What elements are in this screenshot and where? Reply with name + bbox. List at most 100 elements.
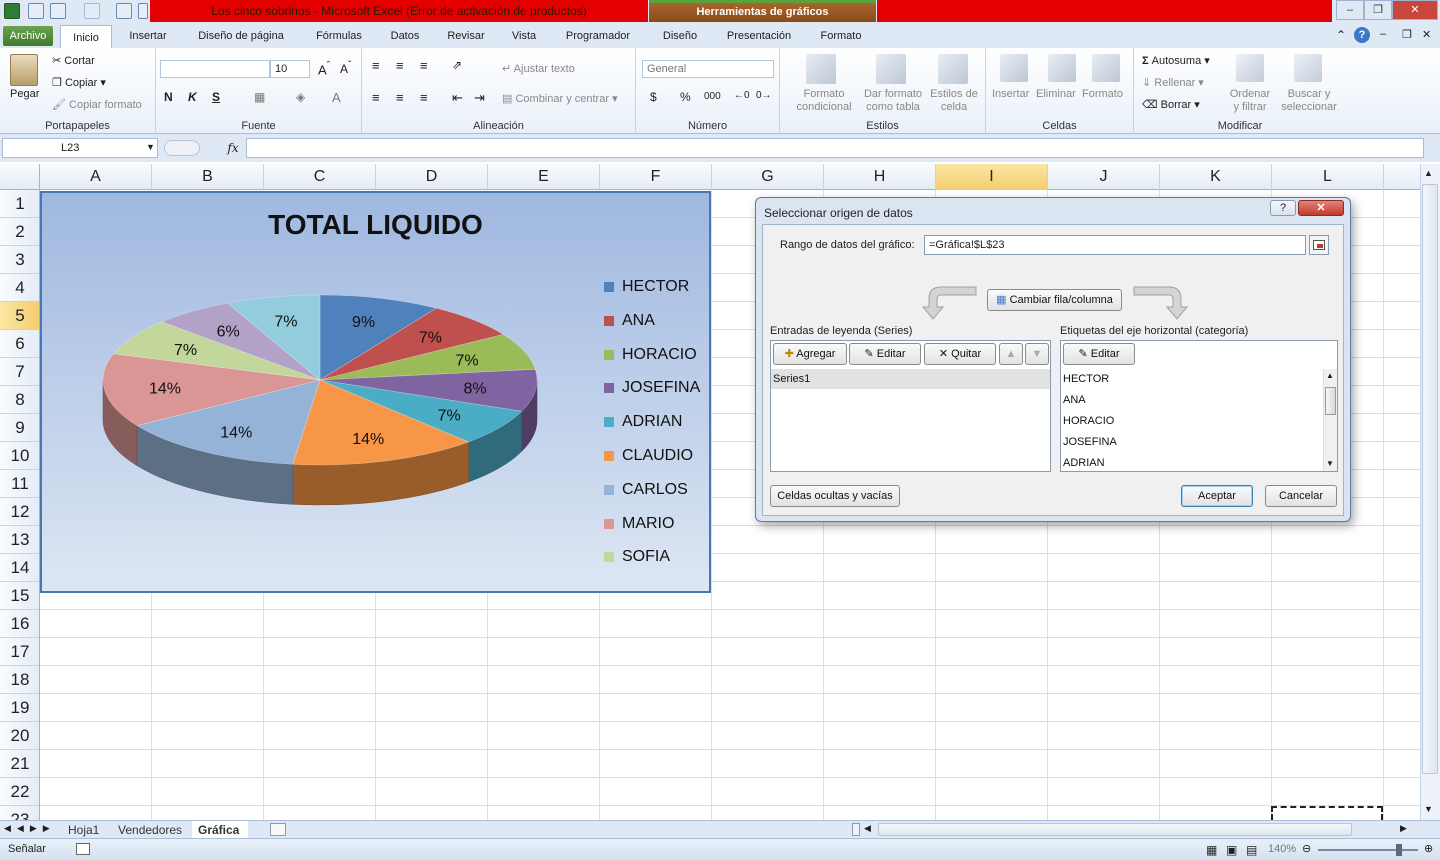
sheet-tab-2[interactable]: Gráfica bbox=[192, 821, 248, 839]
axis-list-thumb[interactable] bbox=[1325, 387, 1336, 415]
tab-datos[interactable]: Datos bbox=[380, 24, 430, 48]
cancel-button[interactable]: Cancelar bbox=[1265, 485, 1337, 507]
row-header-1[interactable]: 1 bbox=[0, 190, 39, 218]
tab-programador[interactable]: Programador bbox=[554, 24, 642, 48]
range-input[interactable]: =Gráfica!$L$23 bbox=[924, 235, 1306, 255]
tab-vista[interactable]: Vista bbox=[502, 24, 546, 48]
column-header-j[interactable]: J bbox=[1048, 164, 1160, 190]
sheet-nav-icons[interactable]: ◀◀▶▶ bbox=[4, 823, 56, 834]
align-bottom-icon[interactable]: ≡ bbox=[420, 58, 428, 73]
zoom-slider[interactable] bbox=[1318, 849, 1418, 851]
axis-list-scrollbar[interactable]: ▲ ▼ bbox=[1323, 369, 1337, 471]
column-header-e[interactable]: E bbox=[488, 164, 600, 190]
format-painter-button[interactable]: 🖌 Copiar formato bbox=[52, 98, 142, 111]
row-header-11[interactable]: 11 bbox=[0, 470, 39, 498]
decrease-indent-icon[interactable]: ⇤ bbox=[452, 90, 463, 106]
format-table-icon[interactable] bbox=[876, 54, 906, 84]
paste-icon[interactable] bbox=[10, 54, 38, 86]
insert-cells-icon[interactable] bbox=[1000, 54, 1028, 82]
collapse-ribbon-icon[interactable]: ⌃ bbox=[1336, 28, 1346, 42]
tab-diseno-pagina[interactable]: Diseño de página bbox=[184, 24, 298, 48]
restore-workbook-icon[interactable]: ❐ bbox=[1402, 28, 1412, 41]
column-header-b[interactable]: B bbox=[152, 164, 264, 190]
delete-cells-button[interactable]: Eliminar bbox=[1036, 88, 1076, 100]
move-down-icon[interactable]: ▼ bbox=[1025, 343, 1049, 365]
increase-decimal-icon[interactable]: ←0 bbox=[734, 90, 750, 101]
column-header-l[interactable]: L bbox=[1272, 164, 1384, 190]
column-header-h[interactable]: H bbox=[824, 164, 936, 190]
row-header-13[interactable]: 13 bbox=[0, 526, 39, 554]
column-header-d[interactable]: D bbox=[376, 164, 488, 190]
hscroll-left-icon[interactable]: ◀ bbox=[864, 823, 871, 834]
row-header-17[interactable]: 17 bbox=[0, 638, 39, 666]
axis-list-up-icon[interactable]: ▲ bbox=[1326, 371, 1334, 380]
dialog-help-button[interactable]: ? bbox=[1270, 200, 1296, 216]
sort-filter-button[interactable]: Ordenar y filtrar bbox=[1222, 88, 1278, 114]
increase-indent-icon[interactable]: ⇥ bbox=[474, 90, 485, 106]
remove-series-button[interactable]: ✕ Quitar bbox=[924, 343, 996, 365]
thousands-button[interactable]: 000 bbox=[704, 91, 721, 102]
font-name-box[interactable] bbox=[160, 60, 270, 78]
delete-cells-icon[interactable] bbox=[1048, 54, 1076, 82]
tab-insertar[interactable]: Insertar bbox=[118, 24, 178, 48]
move-up-icon[interactable]: ▲ bbox=[999, 343, 1023, 365]
edit-axis-button[interactable]: ✎ Editar bbox=[1063, 343, 1135, 365]
conditional-format-icon[interactable] bbox=[806, 54, 836, 84]
font-size-box[interactable]: 10 bbox=[270, 60, 310, 78]
binoculars-icon[interactable] bbox=[1294, 54, 1322, 82]
edit-series-button[interactable]: ✎ Editar bbox=[849, 343, 921, 365]
row-header-23[interactable]: 23 bbox=[0, 806, 39, 820]
bold-button[interactable]: N bbox=[164, 90, 173, 104]
column-header-i[interactable]: I bbox=[936, 164, 1048, 190]
align-center-icon[interactable]: ≡ bbox=[396, 90, 404, 105]
ok-button[interactable]: Aceptar bbox=[1181, 485, 1253, 507]
currency-button[interactable]: $ bbox=[650, 90, 657, 104]
sheet-tab-1[interactable]: Vendedores bbox=[112, 821, 188, 839]
sheet-tab-0[interactable]: Hoja1 bbox=[62, 821, 108, 839]
italic-button[interactable]: K bbox=[188, 90, 197, 104]
row-header-22[interactable]: 22 bbox=[0, 778, 39, 806]
axis-labels-list[interactable]: ✎ Editar HECTOR ANA HORACIO JOSEFINA ADRIAN … bbox=[1060, 340, 1338, 472]
excel-logo-icon[interactable] bbox=[4, 3, 20, 19]
grow-font-icon[interactable]: Aˆ bbox=[318, 60, 330, 77]
name-box[interactable]: L23 bbox=[2, 138, 158, 158]
align-left-icon[interactable]: ≡ bbox=[372, 90, 380, 105]
row-header-16[interactable]: 16 bbox=[0, 610, 39, 638]
category-item[interactable]: JOSEFINA bbox=[1063, 432, 1117, 452]
find-select-button[interactable]: Buscar y seleccionar bbox=[1276, 88, 1342, 114]
tab-inicio[interactable]: Inicio bbox=[60, 25, 112, 49]
category-item[interactable]: ANA bbox=[1063, 390, 1086, 410]
help-icon[interactable]: ? bbox=[1354, 27, 1370, 43]
insert-sheet-icon[interactable] bbox=[270, 823, 286, 836]
minimize-icon[interactable]: – bbox=[1336, 0, 1364, 20]
close-icon[interactable]: ✕ bbox=[1392, 0, 1438, 20]
column-header-a[interactable]: A bbox=[40, 164, 152, 190]
dialog-close-icon[interactable]: ✕ bbox=[1298, 200, 1344, 216]
page-layout-view-icon[interactable]: ▣ bbox=[1226, 843, 1237, 857]
fill-button[interactable]: ⇓ Rellenar ▾ bbox=[1142, 76, 1204, 89]
close-workbook-icon[interactable]: ✕ bbox=[1422, 28, 1431, 41]
hidden-empty-cells-button[interactable]: Celdas ocultas y vacías bbox=[770, 485, 900, 507]
borders-icon[interactable]: ▦ bbox=[254, 90, 265, 104]
row-header-7[interactable]: 7 bbox=[0, 358, 39, 386]
restore-icon[interactable]: ❐ bbox=[1364, 0, 1392, 20]
clear-button[interactable]: ⌫ Borrar ▾ bbox=[1142, 98, 1200, 111]
row-header-2[interactable]: 2 bbox=[0, 218, 39, 246]
cell-styles-icon[interactable] bbox=[938, 54, 968, 84]
redo-icon[interactable] bbox=[84, 3, 100, 19]
row-header-20[interactable]: 20 bbox=[0, 722, 39, 750]
vertical-scroll-thumb[interactable] bbox=[1422, 184, 1438, 774]
shrink-font-icon[interactable]: Aˇ bbox=[340, 60, 351, 76]
fill-color-icon[interactable]: ◈ bbox=[296, 90, 305, 104]
add-series-button[interactable]: ✚ Agregar bbox=[773, 343, 847, 365]
column-header-k[interactable]: K bbox=[1160, 164, 1272, 190]
zoom-level[interactable]: 140% bbox=[1268, 843, 1296, 855]
align-middle-icon[interactable]: ≡ bbox=[396, 58, 404, 73]
row-header-18[interactable]: 18 bbox=[0, 666, 39, 694]
row-header-9[interactable]: 9 bbox=[0, 414, 39, 442]
cell-styles-button[interactable]: Estilos de celda bbox=[926, 88, 982, 114]
copy-button[interactable]: ❐ Copiar ▾ bbox=[52, 76, 106, 89]
font-color-icon[interactable]: A bbox=[332, 90, 341, 105]
merge-center-button[interactable]: ▤ Combinar y centrar ▾ bbox=[502, 92, 618, 105]
row-header-21[interactable]: 21 bbox=[0, 750, 39, 778]
